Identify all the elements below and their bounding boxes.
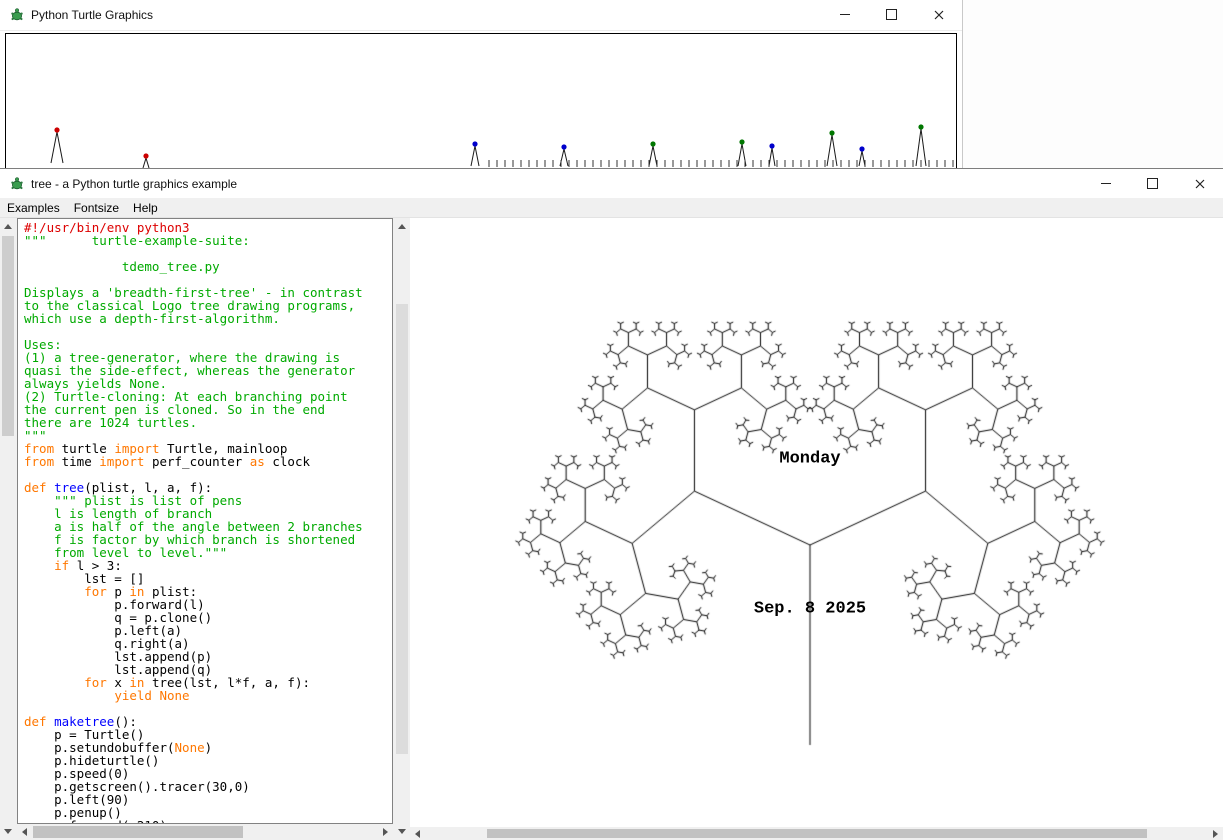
menu-examples[interactable]: Examples <box>0 200 67 216</box>
front-maximize-button[interactable] <box>1129 169 1176 198</box>
code-hscroll-thumb[interactable] <box>33 826 243 838</box>
scroll-left-arrow-icon[interactable] <box>22 828 27 836</box>
back-minimize-button[interactable] <box>821 0 868 29</box>
scroll-left-arrow-icon[interactable] <box>415 830 420 838</box>
scroll-right-arrow-icon[interactable] <box>383 828 388 836</box>
front-window-controls <box>1082 169 1223 198</box>
back-window-controls <box>821 0 962 29</box>
turtle-icon <box>9 176 25 192</box>
code-hscrollbar[interactable] <box>17 824 393 840</box>
back-close-button[interactable] <box>915 0 962 29</box>
close-icon <box>1195 179 1205 189</box>
menu-fontsize[interactable]: Fontsize <box>67 200 126 216</box>
maximize-icon <box>886 9 897 20</box>
scroll-up-arrow-icon[interactable] <box>4 224 12 229</box>
canvas-vscrollbar[interactable] <box>394 218 410 840</box>
canvas-hscroll-thumb[interactable] <box>487 829 1147 838</box>
back-window: Python Turtle Graphics <box>0 0 963 168</box>
canvas-hscrollbar[interactable] <box>410 827 1223 840</box>
canvas-area: Monday Sep. 8 2025 <box>410 218 1223 827</box>
front-window-title: tree - a Python turtle graphics example <box>31 177 237 191</box>
content: #!/usr/bin/env python3""" turtle-example… <box>0 218 1223 840</box>
turtle-canvas <box>410 218 1223 827</box>
desktop: Python Turtle Graphics <box>0 0 1223 839</box>
menubar: Examples Fontsize Help <box>0 198 1223 218</box>
back-canvas <box>5 33 957 169</box>
back-titlebar: Python Turtle Graphics <box>0 0 962 31</box>
menu-help[interactable]: Help <box>126 200 165 216</box>
front-minimize-button[interactable] <box>1082 169 1129 198</box>
scroll-right-arrow-icon[interactable] <box>1213 830 1218 838</box>
code-vscrollbar[interactable] <box>0 218 16 840</box>
canvas-label-weekday: Monday <box>779 450 840 469</box>
maximize-icon <box>1147 178 1158 189</box>
front-titlebar: tree - a Python turtle graphics example <box>0 169 1223 198</box>
scroll-down-arrow-icon[interactable] <box>398 829 406 834</box>
canvas-label-date: Sep. 8 2025 <box>754 600 866 619</box>
close-icon <box>934 10 944 20</box>
back-window-title: Python Turtle Graphics <box>31 8 153 22</box>
canvas-vscroll-thumb[interactable] <box>396 304 408 754</box>
front-window: tree - a Python turtle graphics example … <box>0 168 1223 839</box>
code-text[interactable]: #!/usr/bin/env python3""" turtle-example… <box>17 218 393 824</box>
minimize-icon <box>1101 183 1111 184</box>
front-close-button[interactable] <box>1176 169 1223 198</box>
minimize-icon <box>840 14 850 15</box>
code-vscroll-thumb[interactable] <box>2 236 14 436</box>
turtle-icon <box>9 7 25 23</box>
scroll-up-arrow-icon[interactable] <box>398 224 406 229</box>
back-maximize-button[interactable] <box>868 0 915 29</box>
scroll-down-arrow-icon[interactable] <box>4 829 12 834</box>
